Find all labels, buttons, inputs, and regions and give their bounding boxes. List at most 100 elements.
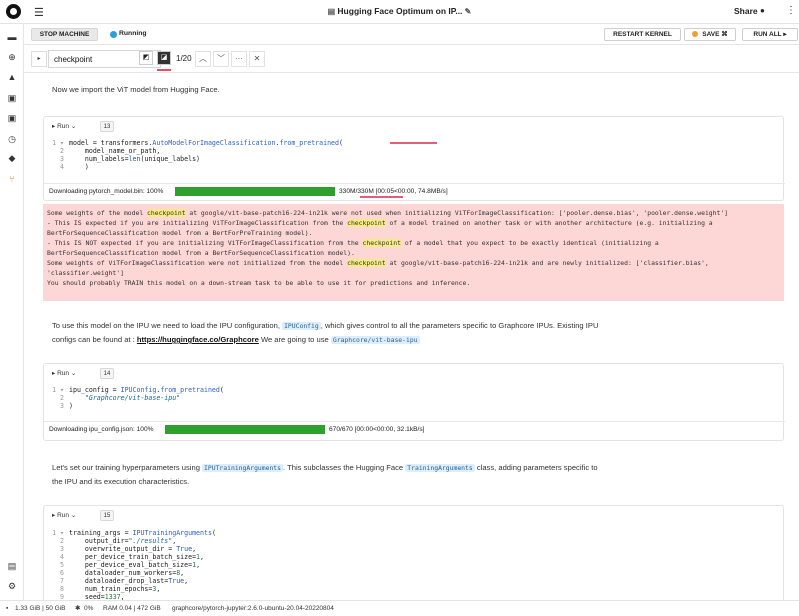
progress-bar xyxy=(175,187,335,196)
notebook-title-text[interactable]: Hugging Face Optimum on IP... xyxy=(337,6,462,16)
code-cell-14[interactable]: ▸ Run ⌄ 14 1 ▾ ipu_config = IPUConfig.fro… xyxy=(43,363,785,441)
run-dropdown-icon[interactable]: ⌄ xyxy=(69,512,76,519)
vit-base-ipu-code: Graphcore/vit-base-ipu xyxy=(330,336,420,344)
train-text-4: the IPU and its execution characteristic… xyxy=(52,477,190,486)
top-bar: ☰ ▤ Hugging Face Optimum on IP... ✎ Shar… xyxy=(0,0,799,24)
progress-label: Downloading pytorch_model.bin: 100% xyxy=(49,188,164,195)
disk-usage: 1.33 GiB | 50 GiB xyxy=(15,605,66,612)
running-status-icon xyxy=(110,31,117,38)
markdown-ipu-config: To use this model on the IPU we need to … xyxy=(52,319,752,347)
vscode-icon[interactable]: ◆ xyxy=(6,153,18,163)
execution-count: 14 xyxy=(100,368,114,379)
ram-usage: RAM 0.04 | 472 GiB xyxy=(103,605,161,612)
cpu-usage: 0% xyxy=(84,605,94,612)
restart-kernel-button[interactable]: RESTART KERNEL xyxy=(604,28,681,41)
cell-toolbar: ▸ Run ⌄ 14 xyxy=(52,368,132,379)
code-cell-13[interactable]: ▸ Run ⌄ 13 1 ▾ model = transformers.AutoM… xyxy=(43,116,785,201)
trainingarguments-code: TrainingArguments xyxy=(405,464,475,472)
find-more-icon[interactable]: ··· xyxy=(231,51,247,67)
notebook-content: Now we import the ViT model from Hugging… xyxy=(24,74,799,600)
menu-icon[interactable]: ☰ xyxy=(34,6,44,19)
progress-stats: 670/670 [00:00<00:00, 32.1kB/s] xyxy=(329,426,425,433)
match-count: 1/20 xyxy=(176,54,192,63)
code-editor[interactable]: 1 ▾ ipu_config = IPUConfig.from_pretraine… xyxy=(50,386,224,410)
iputrainingarguments-code: IPUTrainingArguments xyxy=(202,464,283,472)
train-text-3: class, adding parameters specific to xyxy=(476,463,598,472)
save-button[interactable]: SAVE ⌘ xyxy=(684,28,736,41)
train-text-2: . This subclasses the Hugging Face xyxy=(283,463,404,472)
progress-bar xyxy=(165,425,325,434)
folder-icon[interactable]: ▬ xyxy=(6,32,18,42)
left-sidebar: ▬ ⊕ ▲ ▣ ▣ ◷ ◆ ⑂ ▤ ⚙ xyxy=(0,24,24,600)
cell-toolbar: ▸ Run ⌄ 13 xyxy=(52,121,132,132)
find-match-marker xyxy=(390,142,437,144)
run-label: Run xyxy=(57,370,70,377)
active-option-underline xyxy=(157,69,171,71)
machine-status-label: Running xyxy=(119,30,147,37)
run-dropdown-icon[interactable]: ⌄ xyxy=(69,123,76,130)
share-button[interactable]: Share xyxy=(734,6,758,16)
code-cell-15[interactable]: ▸ Run ⌄ 15 1 ▾ training_args = IPUTrainin… xyxy=(43,505,784,600)
ipu-text-3: configs can be found at : xyxy=(52,335,135,344)
notebook-toolbar: STOP MACHINE Running RESTART KERNEL SAVE… xyxy=(24,24,799,45)
run-dropdown-icon[interactable]: ⌄ xyxy=(69,370,76,377)
run-label: Run xyxy=(57,512,70,519)
paperspace-logo-icon[interactable] xyxy=(6,4,21,19)
disk-icon: ▪ xyxy=(6,605,9,612)
execution-count: 15 xyxy=(100,510,114,521)
train-text-1: Let's set our training hyperparameters u… xyxy=(52,463,200,472)
terminal-icon[interactable]: ▣ xyxy=(6,113,18,123)
code-editor[interactable]: 1 ▾ training_args = IPUTrainingArguments(… xyxy=(50,529,216,600)
package-icon[interactable]: ▲ xyxy=(6,72,18,82)
markdown-vit-intro: Now we import the ViT model from Hugging… xyxy=(52,85,220,94)
run-all-arrow-icon: ▸ xyxy=(781,31,787,38)
ipu-text-4: We are going to use xyxy=(260,335,329,344)
find-bar: ▸ ◩ ◪ 1/20 ︿ ﹀ ··· ✕ xyxy=(24,45,799,73)
run-cell-button[interactable]: ▸ Run ⌄ xyxy=(52,369,96,379)
notebook-title: ▤ Hugging Face Optimum on IP... ✎ xyxy=(0,6,799,16)
execution-count: 13 xyxy=(100,121,114,132)
match-case-icon[interactable]: ◩ xyxy=(139,51,153,65)
graphcore-link[interactable]: https://huggingface.co/Graphcore xyxy=(137,335,259,344)
progress-fill xyxy=(175,187,335,196)
download-progress-row: Downloading pytorch_model.bin: 100% 330M… xyxy=(44,183,785,198)
edit-title-icon[interactable]: ✎ xyxy=(462,7,472,16)
notebook-file-icon: ▤ xyxy=(327,7,338,16)
next-match-icon[interactable]: ﹀ xyxy=(213,51,229,67)
status-bar: ▪ 1.33 GiB | 50 GiB ✱ 0% RAM 0.04 | 472 … xyxy=(0,600,799,616)
previous-match-icon[interactable]: ︿ xyxy=(195,51,211,67)
run-cell-button[interactable]: ▸ Run ⌄ xyxy=(52,122,96,132)
code-editor[interactable]: 1 ▾ model = transformers.AutoModelForImag… xyxy=(50,139,343,171)
progress-fill xyxy=(165,425,325,434)
ipu-text-1: To use this model on the IPU we need to … xyxy=(52,321,280,330)
save-label: SAVE xyxy=(702,31,720,38)
image-icon[interactable]: ▣ xyxy=(6,93,18,103)
more-options-icon[interactable]: ⋮ xyxy=(786,5,796,16)
ipuconfig-code: IPUConfig xyxy=(282,322,321,330)
run-all-button[interactable]: RUN ALL ▸ xyxy=(742,28,798,41)
markdown-training-args: Let's set our training hyperparameters u… xyxy=(52,461,752,488)
find-match-marker xyxy=(360,196,403,198)
git-branch-icon[interactable]: ⑂ xyxy=(6,174,18,184)
run-all-label: RUN ALL xyxy=(753,31,782,38)
progress-label: Downloading ipu_config.json: 100% xyxy=(49,426,154,433)
share-icon[interactable]: ● xyxy=(760,6,765,15)
stderr-output: Some weights of the model checkpoint at … xyxy=(43,204,784,301)
expand-replace-icon[interactable]: ▸ xyxy=(31,51,47,67)
ipu-text-2: , which gives control to all the paramet… xyxy=(320,321,599,330)
save-shortcut-icon: ⌘ xyxy=(719,31,728,38)
plus-circle-icon[interactable]: ⊕ xyxy=(6,52,18,62)
unsaved-indicator-icon xyxy=(692,30,699,37)
download-progress-row: Downloading ipu_config.json: 100% 670/67… xyxy=(44,421,785,436)
stop-machine-button[interactable]: STOP MACHINE xyxy=(31,28,98,41)
container-image: graphcore/pytorch-jupyter:2.6.0-ubuntu-2… xyxy=(172,605,334,612)
close-find-icon[interactable]: ✕ xyxy=(249,51,265,67)
run-label: Run xyxy=(57,123,70,130)
clock-icon[interactable]: ◷ xyxy=(6,134,18,144)
regex-toggle-icon[interactable]: ◪ xyxy=(157,51,171,65)
settings-icon[interactable]: ⚙ xyxy=(6,581,18,591)
cpu-icon: ✱ xyxy=(75,605,81,612)
cell-toolbar: ▸ Run ⌄ 15 xyxy=(52,510,132,521)
docs-icon[interactable]: ▤ xyxy=(6,561,18,571)
run-cell-button[interactable]: ▸ Run ⌄ xyxy=(52,511,96,521)
